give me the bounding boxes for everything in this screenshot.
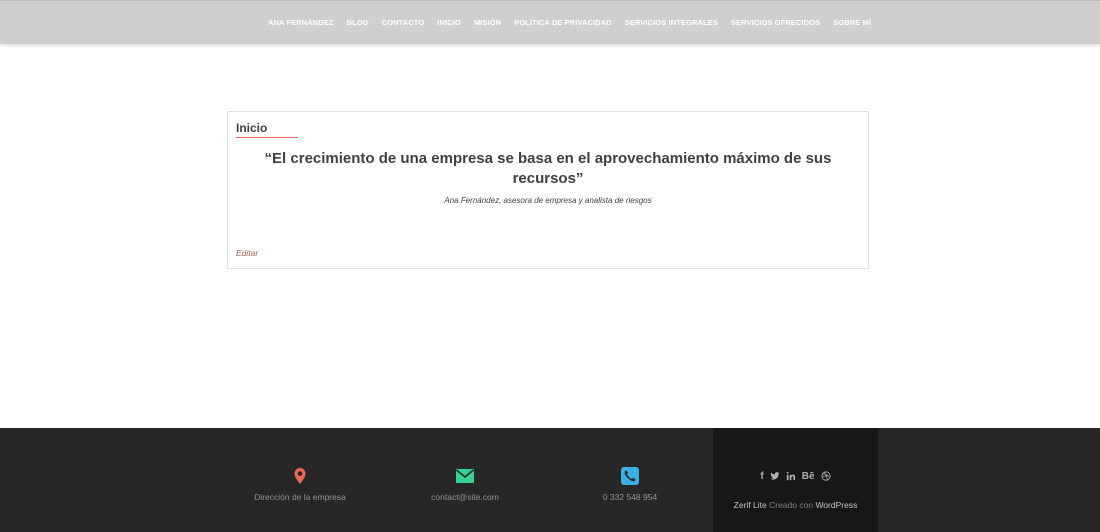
menu-item-servicios-integrales[interactable]: SERVICIOS INTEGRALES <box>625 18 718 27</box>
envelope-icon <box>455 469 475 483</box>
main-menu: ANA FERNÁNDEZ BLOG CONTACTO INICIO MISIÓ… <box>268 18 871 27</box>
menu-item-ana-fernandez[interactable]: ANA FERNÁNDEZ <box>268 18 334 27</box>
content-card: Inicio “El crecimiento de una empresa se… <box>227 111 869 269</box>
title-underline <box>236 137 298 138</box>
footer-email: contact@site.com <box>385 466 545 502</box>
footer: Dirección de la empresa contact@site.com… <box>0 428 1100 532</box>
menu-item-contacto[interactable]: CONTACTO <box>382 18 425 27</box>
footer-credit: Zerif Lite Creado con WordPress <box>713 500 878 510</box>
linkedin-icon[interactable] <box>786 471 796 484</box>
twitter-icon[interactable] <box>770 471 780 484</box>
menu-item-servicios-ofrecidos[interactable]: SERVICIOS OFRECIDOS <box>731 18 820 27</box>
menu-item-politica-privacidad[interactable]: POLÍTICA DE PRIVACIDAD <box>514 18 612 27</box>
phone-number: 0 332 548 954 <box>602 492 658 502</box>
social-panel: f Bē Zerif Lite Creado con WordPress <box>713 428 878 532</box>
phone-icon <box>621 467 639 485</box>
social-links: f Bē <box>713 471 878 484</box>
map-pin-icon <box>294 468 306 484</box>
quote-author: Ana Fernández, asesora de empresa y anal… <box>444 196 652 205</box>
email-link[interactable]: contact@site.com <box>385 492 545 502</box>
footer-address: Dirección de la empresa <box>220 466 380 502</box>
menu-item-sobre-mi[interactable]: SOBRE MÍ <box>833 18 871 27</box>
footer-phone: 0 332 548 954 <box>550 466 710 502</box>
quote-text: “El crecimiento de una empresa se basa e… <box>264 150 832 187</box>
theme-link[interactable]: Zerif Lite <box>734 500 767 510</box>
dribbble-icon[interactable] <box>820 471 831 484</box>
top-navigation-bar: ANA FERNÁNDEZ BLOG CONTACTO INICIO MISIÓ… <box>0 0 1100 44</box>
edit-link[interactable]: Editar <box>236 248 258 258</box>
menu-item-inicio[interactable]: INICIO <box>437 18 461 27</box>
menu-item-mision[interactable]: MISIÓN <box>474 18 501 27</box>
page-title: Inicio <box>236 121 268 135</box>
behance-icon[interactable]: Bē <box>802 471 815 484</box>
address-label: Dirección de la empresa <box>254 492 346 502</box>
facebook-icon[interactable]: f <box>760 471 763 484</box>
credit-text: Creado con <box>769 500 814 510</box>
menu-item-blog[interactable]: BLOG <box>347 18 369 27</box>
wordpress-link[interactable]: WordPress <box>815 500 857 510</box>
